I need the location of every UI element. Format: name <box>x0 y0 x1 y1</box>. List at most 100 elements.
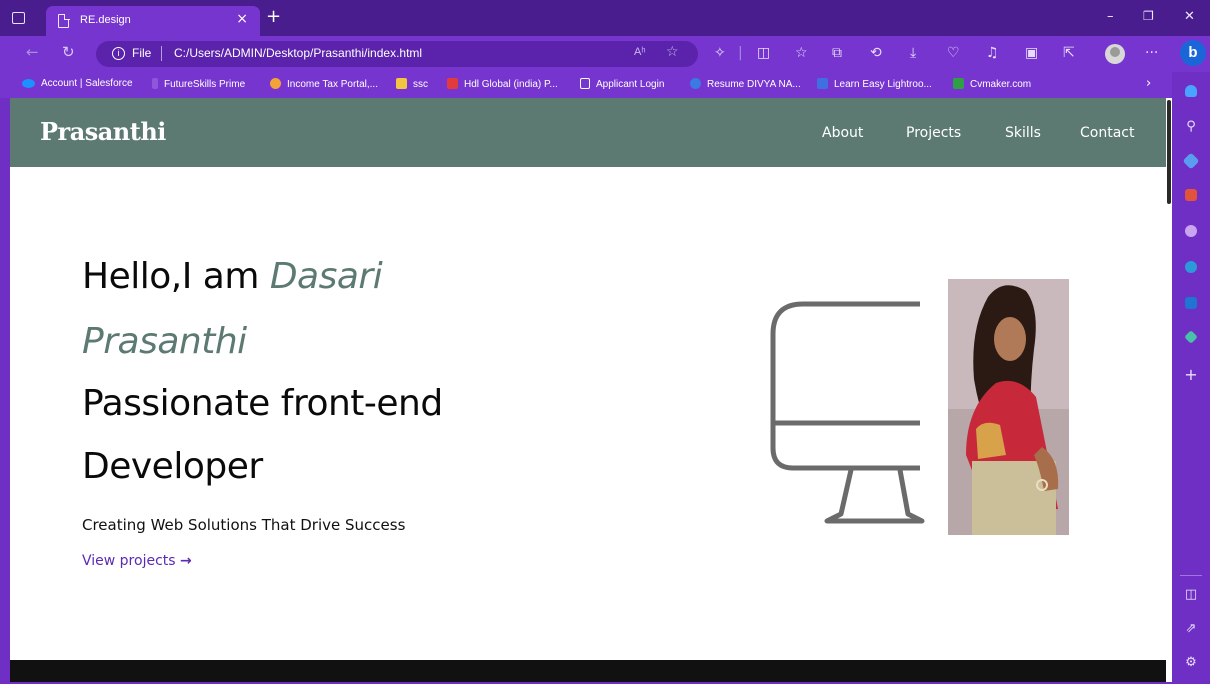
settings-gear-icon[interactable]: ⚙ <box>1182 654 1200 672</box>
bookmark-label: Applicant Login <box>596 79 665 90</box>
bookmark-label: Hdl Global (india) P... <box>464 79 558 90</box>
bookmark-item[interactable]: FutureSkills Prime <box>152 78 245 90</box>
hdl-global-icon <box>447 78 458 89</box>
performance-icon[interactable]: ♡ <box>947 44 960 62</box>
history-icon[interactable]: ⟲ <box>870 44 882 62</box>
close-window-button[interactable]: ✕ <box>1184 9 1195 24</box>
refresh-icon[interactable]: ↻ <box>62 43 75 61</box>
bookmark-label: Account | Salesforce <box>41 78 133 89</box>
bookmark-label: FutureSkills Prime <box>164 79 246 90</box>
view-projects-link[interactable]: View projects → <box>82 553 192 569</box>
page-viewport: Prasanthi About Projects Skills Contact … <box>10 98 1172 682</box>
minimize-button[interactable]: – <box>1107 9 1114 24</box>
cvmaker-icon <box>953 78 964 89</box>
bookmark-label: Cvmaker.com <box>970 79 1032 90</box>
nav-skills[interactable]: Skills <box>1005 125 1041 141</box>
nav-contact[interactable]: Contact <box>1080 125 1134 141</box>
hero-name-first: Dasari <box>269 256 383 297</box>
screenshot-icon[interactable]: ▣ <box>1025 44 1038 62</box>
salesforce-icon <box>22 79 35 88</box>
page-icon <box>580 78 590 89</box>
bookmark-item[interactable]: ssc <box>396 78 428 90</box>
profile-photo-image <box>948 279 1069 535</box>
share-icon[interactable]: ⇱ <box>1063 44 1075 62</box>
hero-subtitle: Creating Web Solutions That Drive Succes… <box>82 516 406 534</box>
hero-role-line-1: Passionate front-end <box>82 383 443 424</box>
more-menu-icon[interactable]: ··· <box>1145 44 1158 62</box>
read-aloud-icon[interactable]: Aʰ <box>634 46 646 58</box>
nav-projects[interactable]: Projects <box>906 125 961 141</box>
hide-sidebar-icon[interactable]: ◫ <box>1182 586 1200 604</box>
bookmark-item[interactable]: Cvmaker.com <box>953 78 1031 90</box>
url-divider <box>161 46 162 61</box>
back-icon[interactable]: ← <box>26 43 39 61</box>
income-tax-icon <box>270 78 281 89</box>
extensions-icon[interactable]: ✧ <box>714 44 726 62</box>
tools-briefcase-icon[interactable] <box>1182 186 1200 204</box>
hero-role-line-2: Developer <box>82 446 263 487</box>
address-bar[interactable]: i File C:/Users/ADMIN/Desktop/Prasanthi/… <box>96 41 698 67</box>
bookmark-item[interactable]: Income Tax Portal,... <box>270 78 378 90</box>
page-icon <box>58 13 70 28</box>
futureskills-icon <box>152 78 158 89</box>
favorites-bar: Account | Salesforce FutureSkills Prime … <box>0 72 1172 98</box>
toolbar-divider: | <box>738 45 743 61</box>
edge-sidebar: ⚲ + ◫ ⇗ ⚙ <box>1172 72 1210 684</box>
browser-titlebar: RE.design × + – ❐ ✕ <box>0 0 1210 36</box>
monitor-stand <box>824 469 925 524</box>
copilot-icon[interactable]: b <box>1180 40 1206 66</box>
bookmark-label: Resume DIVYA NA... <box>707 79 801 90</box>
site-header: Prasanthi About Projects Skills Contact <box>10 98 1166 167</box>
resume-icon <box>690 78 701 89</box>
games-icon[interactable] <box>1182 222 1200 240</box>
favorite-star-icon[interactable]: ☆ <box>666 44 679 60</box>
bookmark-item[interactable]: Applicant Login <box>580 78 664 90</box>
nav-about[interactable]: About <box>822 125 863 141</box>
notifications-icon[interactable]: ♫ <box>986 44 999 62</box>
tab-actions-icon[interactable] <box>12 12 25 24</box>
page-scrollbar[interactable] <box>1166 98 1172 682</box>
bookmark-label: Learn Easy Lightroo... <box>834 79 932 90</box>
search-icon[interactable]: ⚲ <box>1182 118 1200 136</box>
bookmark-item[interactable]: Learn Easy Lightroo... <box>817 78 932 90</box>
learn-easy-icon <box>817 78 828 89</box>
site-logo[interactable]: Prasanthi <box>40 117 166 146</box>
bell-icon[interactable] <box>1182 82 1200 100</box>
monitor-illustration <box>770 301 925 524</box>
hero-name-last: Prasanthi <box>82 321 247 362</box>
browser-tab[interactable]: RE.design × <box>46 6 260 36</box>
profile-photo <box>948 279 1069 535</box>
new-tab-button[interactable]: + <box>266 6 281 27</box>
view-projects-label: View projects <box>82 553 181 569</box>
external-open-icon[interactable]: ⇗ <box>1182 620 1200 638</box>
info-icon[interactable]: i <box>112 47 125 60</box>
arrow-right-icon: → <box>180 553 192 569</box>
microsoft-365-icon[interactable] <box>1182 258 1200 276</box>
bookmark-item[interactable]: Account | Salesforce <box>22 78 133 89</box>
sidebar-divider <box>1180 575 1202 576</box>
tab-close-icon[interactable]: × <box>236 11 248 27</box>
tab-title: RE.design <box>80 14 131 26</box>
monitor-outline <box>770 301 920 471</box>
add-sidebar-app-icon[interactable]: + <box>1182 366 1200 384</box>
bookmark-item[interactable]: Resume DIVYA NA... <box>690 78 801 90</box>
url-text[interactable]: C:/Users/ADMIN/Desktop/Prasanthi/index.h… <box>174 46 422 60</box>
bookmark-item[interactable]: Hdl Global (india) P... <box>447 78 558 90</box>
profile-avatar[interactable] <box>1105 44 1125 64</box>
drop-icon[interactable] <box>1182 328 1200 346</box>
split-screen-icon[interactable]: ◫ <box>757 44 770 62</box>
collections-icon[interactable]: ⧉ <box>832 44 842 62</box>
hero-greeting-line: Hello,I am Dasari <box>82 256 383 297</box>
downloads-icon[interactable]: ⤓ <box>910 44 916 62</box>
favorites-icon[interactable]: ☆ <box>795 44 808 62</box>
outlook-icon[interactable] <box>1182 294 1200 312</box>
url-scheme-label: File <box>132 46 152 60</box>
footer-strip <box>10 660 1166 682</box>
bookmarks-more-icon[interactable]: › <box>1146 76 1151 91</box>
bookmark-label: ssc <box>413 79 428 90</box>
scrollbar-thumb[interactable] <box>1167 100 1171 204</box>
bookmark-label: Income Tax Portal,... <box>287 79 378 90</box>
restore-button[interactable]: ❐ <box>1143 9 1154 23</box>
shopping-tag-icon[interactable] <box>1182 152 1200 170</box>
folder-icon <box>396 78 407 89</box>
